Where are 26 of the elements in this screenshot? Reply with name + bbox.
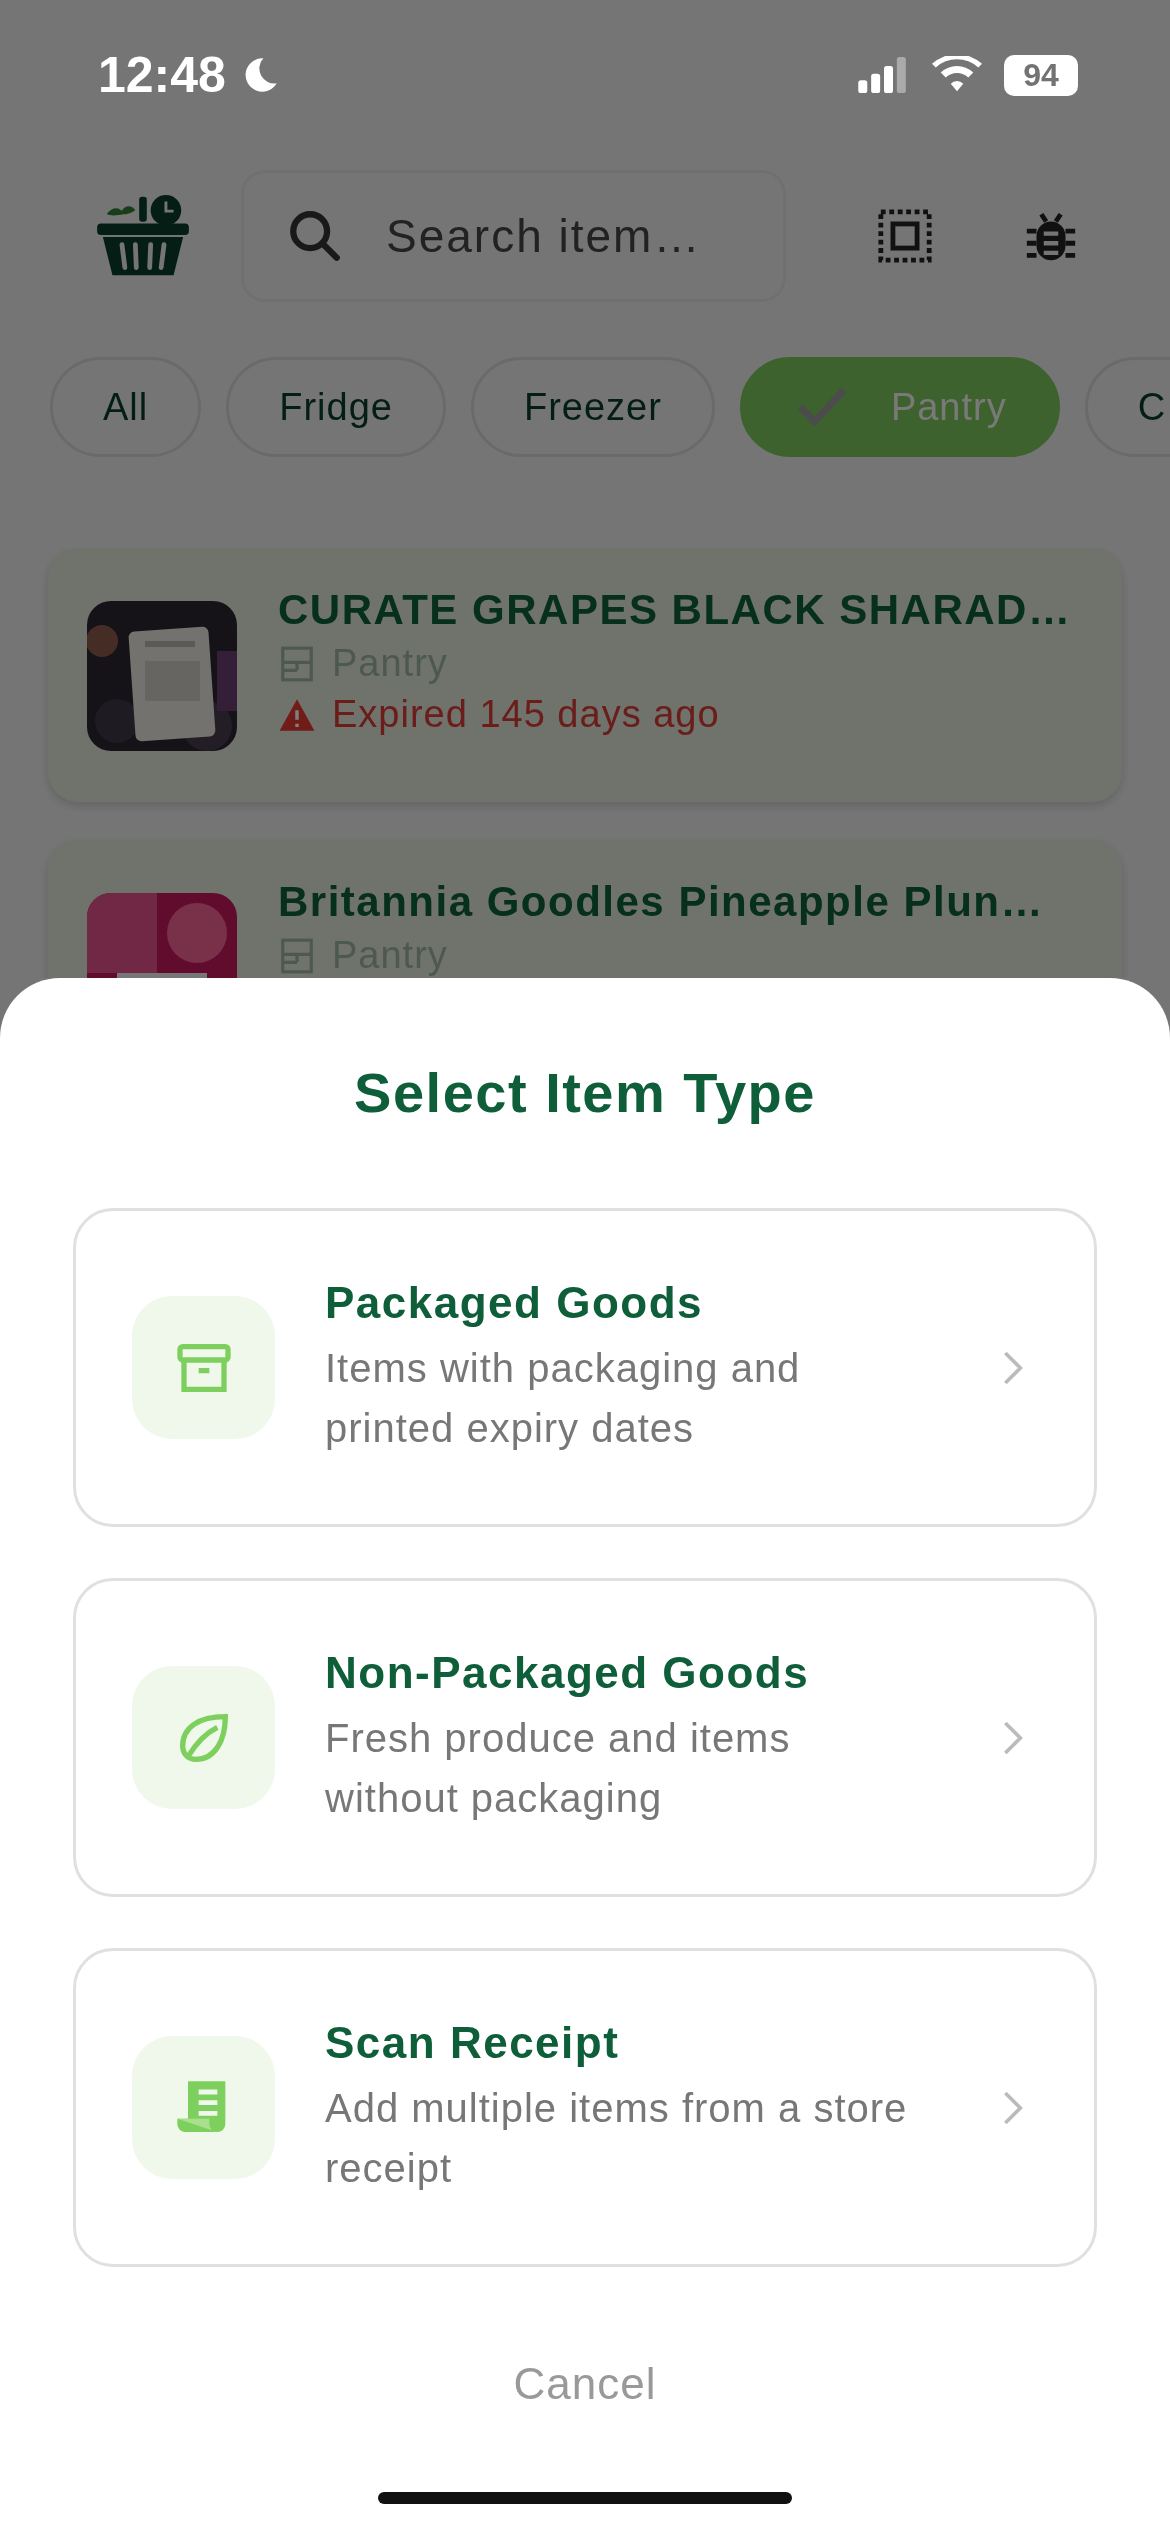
item-type-option[interactable]: Scan Receipt Add multiple items from a store receipt [73, 1948, 1097, 2267]
item-name: CURATE GRAPES BLACK SHARAD… [278, 586, 1072, 634]
filter-chip[interactable]: C [1084, 357, 1170, 457]
battery-indicator: 94 [1004, 54, 1078, 96]
filter-chip[interactable]: Fridge [226, 357, 446, 457]
sheet-title: Select Item Type [354, 1060, 816, 1126]
scan-frame-icon[interactable] [876, 207, 934, 265]
option-title: Packaged Goods [325, 1277, 704, 1328]
option-description: Fresh produce and items without packaging [325, 1714, 792, 1822]
option-title: Scan Receipt [325, 2017, 621, 2068]
shelf-icon [278, 936, 316, 975]
cancel-button[interactable]: Cancel [493, 2355, 677, 2413]
shelf-icon [278, 644, 316, 683]
search-field[interactable]: Search item… [241, 170, 786, 302]
item-type-option[interactable]: Packaged Goods Items with packaging and printed expiry dates [73, 1208, 1097, 1527]
item-type-option[interactable]: Non-Packaged Goods Fresh produce and items without packaging [73, 1578, 1097, 1897]
option-title: Non-Packaged Goods [325, 1647, 811, 1698]
option-description: Items with packaging and printed expiry dates [325, 1344, 802, 1452]
wifi-icon [932, 56, 982, 94]
option-description: Add multiple items from a store receipt [325, 2084, 909, 2192]
filter-chip[interactable]: All [50, 357, 202, 457]
filter-chip[interactable]: Freezer [470, 357, 715, 457]
item-name: Britannia Goodles Pineapple Plun… [278, 878, 1044, 926]
expiry-status: Expired 145 days ago [332, 693, 720, 736]
search-input[interactable]: Search item… [384, 208, 768, 264]
status-time: 12:48 [98, 46, 226, 104]
